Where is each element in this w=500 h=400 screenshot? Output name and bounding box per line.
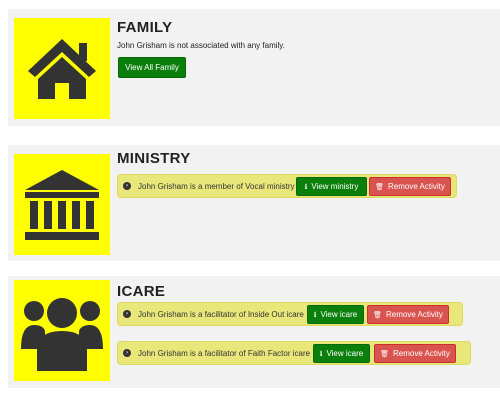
activity-text: John Grisham is a facilitator of Faith F… (138, 349, 311, 358)
remove-activity-button[interactable]: 🗑 Remove Activity (367, 305, 449, 324)
family-panel: FAMILY John Grisham is not associated wi… (8, 9, 500, 126)
trash-icon: 🗑 (373, 311, 382, 319)
remove-activity-label: Remove Activity (385, 310, 443, 319)
ministry-tile (14, 154, 110, 255)
house-icon (28, 38, 96, 99)
arrow-circle-icon: › (123, 349, 131, 357)
remove-activity-label: Remove Activity (387, 182, 445, 191)
info-icon: ℹ (304, 183, 308, 191)
icare-panel: ICARE › John Grisham is a facilitator of… (8, 276, 500, 388)
view-icare-label: View icare (320, 310, 358, 319)
view-all-family-button[interactable]: View All Family (118, 57, 186, 78)
icare-activity-row: › John Grisham is a facilitator of Faith… (117, 341, 471, 365)
trash-icon: 🗑 (375, 183, 384, 191)
arrow-circle-icon: › (123, 310, 131, 318)
remove-activity-label: Remove Activity (392, 349, 450, 358)
trash-icon: 🗑 (380, 350, 389, 358)
view-icare-button[interactable]: ℹ View icare (307, 305, 364, 324)
activity-text: John Grisham is a member of Vocal minist… (138, 182, 295, 191)
view-ministry-button[interactable]: ℹ View ministry (296, 177, 367, 196)
view-ministry-label: View ministry (311, 182, 359, 191)
view-icare-label: View icare (326, 349, 364, 358)
ministry-activity-row: › John Grisham is a member of Vocal mini… (117, 174, 457, 198)
view-all-family-label: View All Family (125, 63, 179, 72)
ministry-panel: MINISTRY › John Grisham is a member of V… (8, 145, 500, 261)
family-tile (14, 18, 110, 119)
ministry-title: MINISTRY (117, 150, 191, 167)
building-columns-icon (25, 169, 99, 240)
users-group-icon (21, 297, 103, 371)
icare-title: ICARE (117, 283, 166, 300)
family-title: FAMILY (117, 19, 173, 36)
info-icon: ℹ (319, 350, 323, 358)
view-icare-button[interactable]: ℹ View icare (313, 344, 370, 363)
icare-activity-row: › John Grisham is a facilitator of Insid… (117, 302, 463, 326)
info-icon: ℹ (313, 311, 317, 319)
family-note: John Grisham is not associated with any … (117, 41, 285, 50)
arrow-circle-icon: › (123, 182, 131, 190)
remove-activity-button[interactable]: 🗑 Remove Activity (369, 177, 451, 196)
icare-tile (14, 280, 110, 381)
activity-text: John Grisham is a facilitator of Inside … (138, 310, 304, 319)
remove-activity-button[interactable]: 🗑 Remove Activity (374, 344, 456, 363)
